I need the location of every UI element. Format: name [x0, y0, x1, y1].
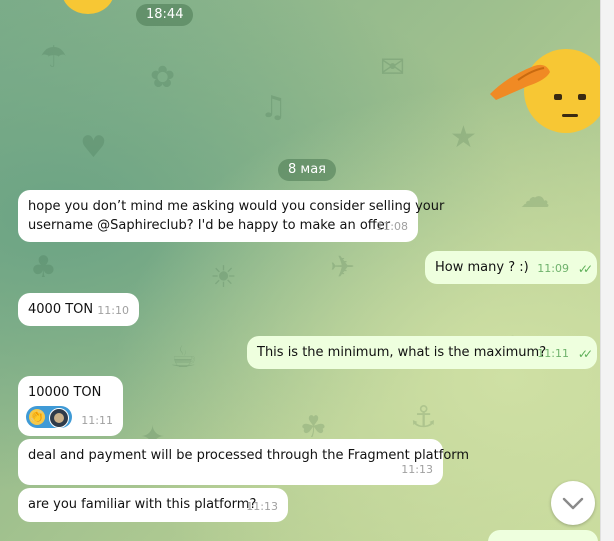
message-outgoing[interactable]: How many ? :) 11:09 ✓✓: [425, 251, 597, 284]
message-text: are you familiar with this platform?: [28, 497, 257, 512]
message-time: 11:08: [376, 220, 408, 233]
doodle-icon: ☀: [210, 260, 237, 295]
partial-emoji: [62, 0, 114, 14]
doodle-icon: ✿: [150, 60, 176, 95]
doodle-icon: ✉: [380, 50, 406, 85]
message-time: 11:11: [537, 347, 569, 360]
doodle-icon: ☁: [520, 180, 550, 215]
time-pill: 18:44: [136, 4, 194, 26]
scrollbar-track[interactable]: [600, 0, 614, 541]
message-outgoing[interactable]: This is the minimum, what is the maximum…: [247, 336, 597, 369]
message-time: 11:13: [401, 463, 433, 476]
message-text: deal and payment will be processed throu…: [28, 448, 470, 463]
message-text: username @Saphireclub? I'd be happy to m…: [28, 218, 391, 233]
doodle-icon: ⚓: [410, 400, 437, 435]
date-separator: 8 мая: [278, 159, 336, 181]
message-incoming[interactable]: 4000 TON 11:10: [18, 293, 139, 326]
saluting-face-emoji: [488, 46, 600, 136]
message-text: 10000 TON: [28, 385, 102, 400]
reactions-bar[interactable]: 👏: [26, 406, 72, 428]
doodle-icon: ♣: [30, 250, 57, 285]
message-time: 11:10: [97, 304, 129, 317]
message-incoming[interactable]: 10000 TON 👏 11:11: [18, 376, 123, 436]
doodle-icon: ✈: [330, 250, 356, 285]
message-incoming[interactable]: are you familiar with this platform? 11:…: [18, 488, 288, 522]
message-text: hope you don’t mind me asking would you …: [28, 199, 445, 214]
doodle-icon: ♥: [80, 130, 107, 165]
doodle-icon: ★: [450, 120, 477, 155]
message-incoming[interactable]: deal and payment will be processed throu…: [18, 439, 470, 485]
doodle-icon: ♫: [260, 90, 287, 125]
message-outgoing-partial[interactable]: [488, 530, 598, 541]
clapping-hands-emoji[interactable]: 👏: [29, 409, 45, 425]
user-avatar[interactable]: [49, 408, 69, 428]
scroll-down-button[interactable]: [551, 481, 595, 525]
chat-background: ☂ ✿ ♫ ✉ ★ ♥ ☀ ✈ ☕ ⚓ ❀ ☘ ✦ ☁ ♣ 18:44 8 ма…: [0, 0, 600, 541]
chevron-down-icon: [562, 497, 584, 510]
doodle-icon: ☕: [170, 340, 197, 375]
message-time: 11:09: [537, 262, 569, 275]
doodle-icon: ☂: [40, 40, 67, 75]
double-check-icon: ✓✓: [577, 347, 593, 361]
message-incoming[interactable]: hope you don’t mind me asking would you …: [18, 190, 445, 242]
double-check-icon: ✓✓: [577, 262, 593, 276]
message-time: 11:13: [246, 500, 278, 513]
message-time: 11:11: [81, 414, 113, 427]
